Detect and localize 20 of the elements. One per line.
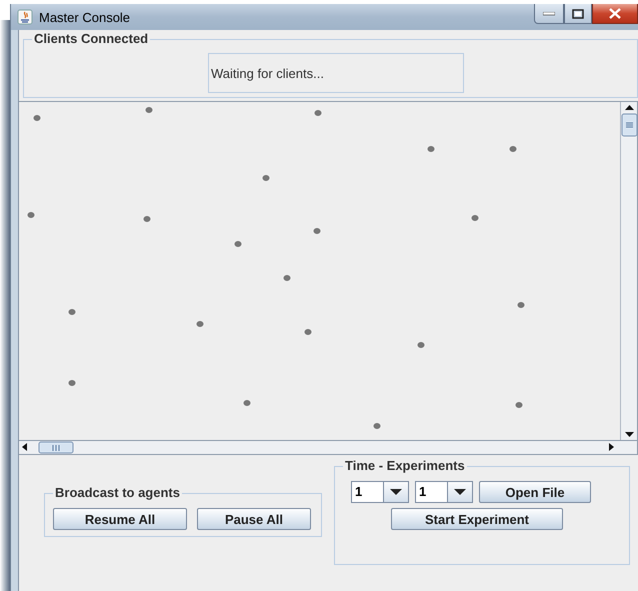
java-icon [17,9,33,25]
close-icon [609,8,621,19]
pause-all-button[interactable]: Pause All [197,508,311,530]
status-label: Waiting for clients... [208,53,464,93]
open-file-button[interactable]: Open File [479,481,591,503]
resume-all-button[interactable]: Resume All [53,508,187,530]
number-dropdown[interactable]: 1 [351,481,409,503]
group-title: Clients Connected [32,31,150,46]
caret-icon [390,489,402,495]
minimize-button[interactable] [534,4,564,24]
maximize-icon [572,8,584,18]
window-title: Master Console [39,10,130,24]
maximize-button[interactable] [564,4,592,24]
close-button[interactable] [592,4,638,24]
group-title: Broadcast to agents [53,485,182,500]
minimize-icon [543,12,555,16]
number-dropdown[interactable]: 1 [415,481,473,503]
start-experiment-button[interactable]: Start Experiment [391,508,563,530]
caret-icon [454,489,466,495]
group-title: Time - Experiments [343,458,467,473]
